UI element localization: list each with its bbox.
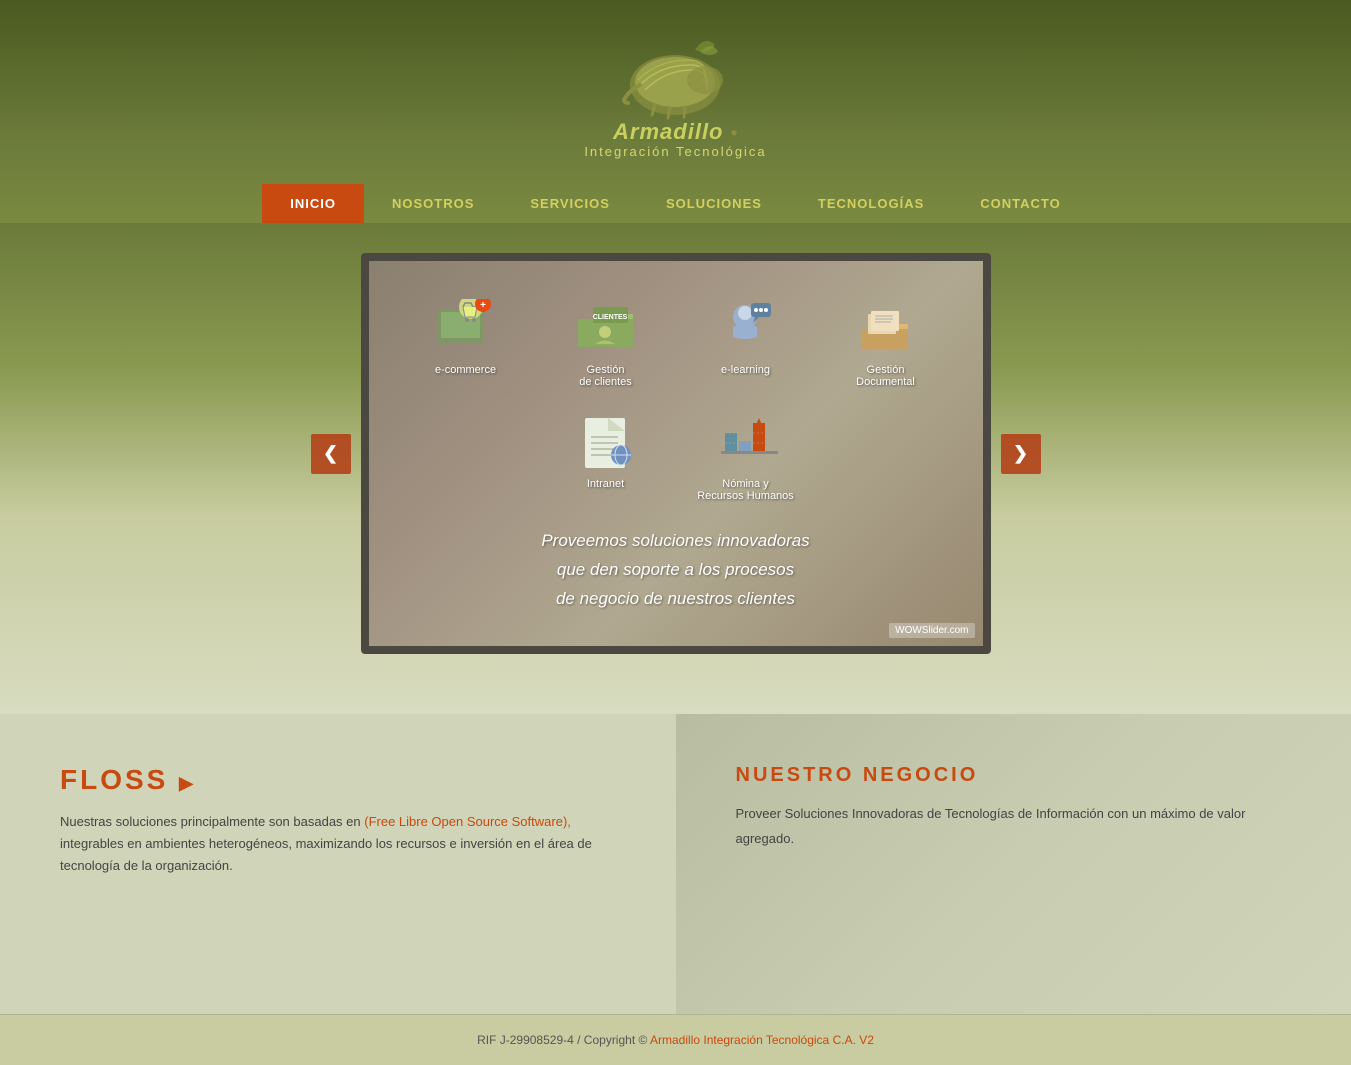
site-name: Armadillo •: [613, 120, 738, 144]
tagline-line2: que den soporte a los procesos: [541, 556, 809, 585]
svg-text:CLIENTES: CLIENTES: [593, 314, 628, 321]
intranet-icon: [566, 408, 646, 473]
slider-prev-button[interactable]: ❮: [311, 434, 351, 474]
elearning-label: e-learning: [721, 364, 770, 376]
nav-item-nosotros[interactable]: NOSOTROS: [364, 184, 502, 223]
logo-icon: [610, 30, 740, 120]
tagline-line3: de negocio de nuestros clientes: [541, 585, 809, 614]
intranet-label: Intranet: [587, 478, 624, 490]
elearning-icon: [706, 294, 786, 359]
site-footer: RIF J-29908529-4 / Copyright © Armadillo…: [0, 1014, 1351, 1065]
nav-item-tecnologias[interactable]: TECNOLOGÍAS: [790, 184, 952, 223]
wowslider-badge: WOWSlider.com: [889, 623, 974, 638]
footer-copyright: RIF J-29908529-4 / Copyright ©: [477, 1033, 647, 1047]
nuestro-negocio-text: Proveer Soluciones Innovadoras de Tecnol…: [736, 802, 1292, 851]
main-content: ❮: [0, 223, 1351, 714]
main-nav: INICIO NOSOTROS SERVICIOS SOLUCIONES TEC…: [262, 174, 1088, 223]
ecommerce-label: e-commerce: [435, 364, 496, 376]
floss-arrow: ▶: [179, 773, 196, 793]
slider-next-button[interactable]: ❯: [1001, 434, 1041, 474]
svg-text:+: +: [480, 300, 486, 311]
nav-item-servicios[interactable]: SERVICIOS: [502, 184, 638, 223]
clientes-label: Gestión de clientes: [579, 364, 632, 388]
service-ecommerce: + e-commerce: [406, 294, 526, 388]
site-header: Armadillo • Integración Tecnológica INIC…: [0, 0, 1351, 223]
bottom-wrapper: FLOSS ▶ Nuestras soluciones principalmen…: [0, 714, 1351, 1014]
service-nomina: Nómina y Recursos Humanos: [686, 408, 806, 502]
slider-inner: + e-commerce: [369, 261, 983, 646]
service-intranet: Intranet: [546, 408, 666, 502]
floss-link[interactable]: (Free Libre Open Source Software),: [364, 814, 571, 829]
logo-area: Armadillo • Integración Tecnológica: [584, 20, 766, 174]
nomina-icon: [706, 408, 786, 473]
nomina-label: Nómina y Recursos Humanos: [697, 478, 794, 502]
slider-tagline: Proveemos soluciones innovadoras que den…: [521, 517, 829, 624]
slider: + e-commerce: [361, 253, 991, 654]
service-icons: + e-commerce: [389, 284, 963, 512]
nav-item-contacto[interactable]: CONTACTO: [952, 184, 1088, 223]
clientes-icon: CLIENTES: [566, 294, 646, 359]
nav-item-soluciones[interactable]: SOLUCIONES: [638, 184, 790, 223]
service-clientes: CLIENTES Gestión de clientes: [546, 294, 666, 388]
nuestro-negocio-title: NUESTRO NEGOCIO: [736, 764, 1292, 787]
tagline-line1: Proveemos soluciones innovadoras: [541, 527, 809, 556]
floss-section: FLOSS ▶ Nuestras soluciones principalmen…: [0, 714, 676, 1014]
nav-item-inicio[interactable]: INICIO: [262, 184, 364, 223]
logo-container: Armadillo • Integración Tecnológica: [584, 30, 766, 159]
service-elearning: e-learning: [686, 294, 806, 388]
floss-title: FLOSS ▶: [60, 764, 616, 796]
documental-icon: [846, 294, 926, 359]
documental-label: Gestión Documental: [856, 364, 915, 388]
site-subtitle: Integración Tecnológica: [584, 144, 766, 159]
floss-text: Nuestras soluciones principalmente son b…: [60, 811, 616, 877]
ecommerce-icon: +: [426, 294, 506, 359]
nuestro-negocio-section: NUESTRO NEGOCIO Proveer Soluciones Innov…: [676, 714, 1351, 1014]
service-documental: Gestión Documental: [826, 294, 946, 388]
footer-link[interactable]: Armadillo Integración Tecnológica C.A. V…: [650, 1033, 874, 1047]
slider-wrapper: ❮: [361, 253, 991, 654]
